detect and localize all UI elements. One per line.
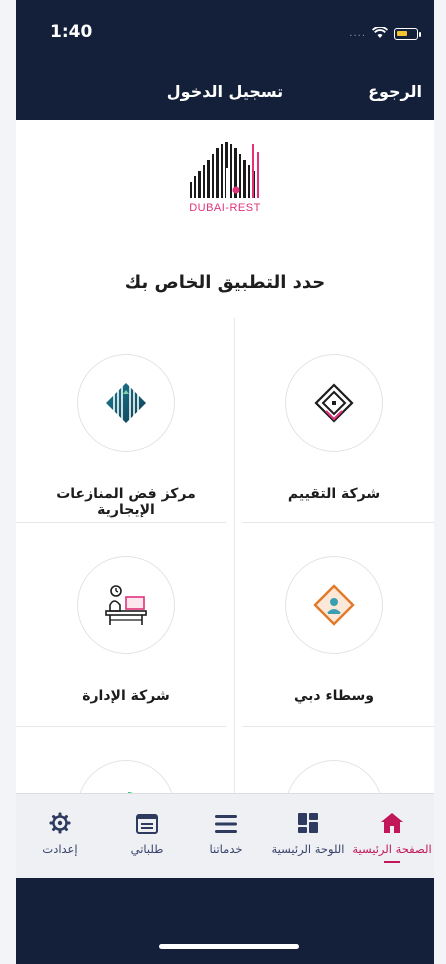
grid-divider bbox=[242, 726, 434, 727]
active-tab-indicator bbox=[384, 861, 400, 863]
app-tile-rental-disputes[interactable]: مركز فض المنازعات الإيجارية bbox=[26, 354, 226, 518]
tab-label: خدماتنا bbox=[209, 842, 243, 856]
tab-my-requests[interactable]: طلباتي bbox=[108, 794, 186, 879]
app-icon-circle bbox=[77, 354, 175, 452]
bottom-tab-bar: الصفحة الرئيسية اللوحة الرئيسية خدماتنا … bbox=[16, 793, 434, 879]
app-icon-circle bbox=[285, 354, 383, 452]
back-button[interactable]: الرجوع bbox=[368, 82, 422, 101]
wifi-icon bbox=[371, 24, 389, 43]
home-icon bbox=[381, 813, 403, 833]
logo-caption: DUBAI-REST bbox=[189, 202, 261, 214]
office-desk-icon bbox=[105, 585, 147, 625]
app-tile-dubai-brokers[interactable]: وسطاء دبي bbox=[234, 556, 434, 704]
tab-services[interactable]: خدماتنا bbox=[186, 794, 266, 879]
signal-dots: .... bbox=[349, 28, 366, 39]
dubai-rest-logo: DUBAI-REST bbox=[16, 138, 434, 214]
tab-label: اللوحة الرئيسية bbox=[271, 842, 345, 856]
tab-label: طلباتي bbox=[130, 842, 164, 856]
app-tile-management[interactable]: شركة الإدارة bbox=[26, 556, 226, 704]
menu-lines-icon bbox=[215, 815, 237, 833]
dashboard-icon bbox=[298, 813, 318, 833]
select-app-heading: حدد التطبيق الخاص بك bbox=[124, 272, 326, 293]
home-indicator-area bbox=[16, 878, 434, 964]
grid-divider bbox=[242, 522, 434, 523]
apps-grid: شركة التقييم مركز فض المنازعات الإيجارية… bbox=[16, 318, 434, 858]
logo-building-icon bbox=[190, 142, 259, 198]
app-tile-label: وسطاء دبي bbox=[293, 688, 374, 704]
tab-settings[interactable]: إعدادت bbox=[20, 794, 100, 879]
status-bar: 1:40 .... bbox=[16, 0, 434, 68]
tab-label: الصفحة الرئيسية bbox=[352, 842, 432, 856]
app-icon-circle bbox=[77, 556, 175, 654]
status-time: 1:40 bbox=[50, 22, 93, 42]
app-screen: 1:40 .... تسجيل الدخول الرجوع DUBAI-REST… bbox=[16, 0, 434, 964]
home-indicator[interactable] bbox=[159, 944, 299, 949]
tab-home[interactable]: الصفحة الرئيسية bbox=[350, 794, 434, 879]
app-tile-evaluation[interactable]: شركة التقييم bbox=[234, 354, 434, 502]
striped-diamond-icon bbox=[106, 383, 146, 423]
battery-icon bbox=[394, 27, 421, 40]
status-indicators: .... bbox=[349, 24, 421, 43]
requests-icon bbox=[136, 814, 158, 834]
app-icon-circle bbox=[285, 556, 383, 654]
tab-label: إعدادت bbox=[42, 842, 78, 856]
broker-diamond-icon bbox=[313, 584, 355, 626]
house-diamond-icon bbox=[314, 383, 354, 423]
app-tile-label: شركة التقييم bbox=[287, 486, 381, 502]
tab-dashboard[interactable]: اللوحة الرئيسية bbox=[266, 794, 350, 879]
navigation-bar: تسجيل الدخول الرجوع bbox=[16, 68, 434, 120]
app-tile-label: شركة الإدارة bbox=[82, 688, 170, 704]
gear-icon bbox=[49, 812, 71, 834]
grid-divider bbox=[16, 522, 226, 523]
grid-divider bbox=[16, 726, 226, 727]
app-tile-label: مركز فض المنازعات الإيجارية bbox=[56, 486, 196, 518]
